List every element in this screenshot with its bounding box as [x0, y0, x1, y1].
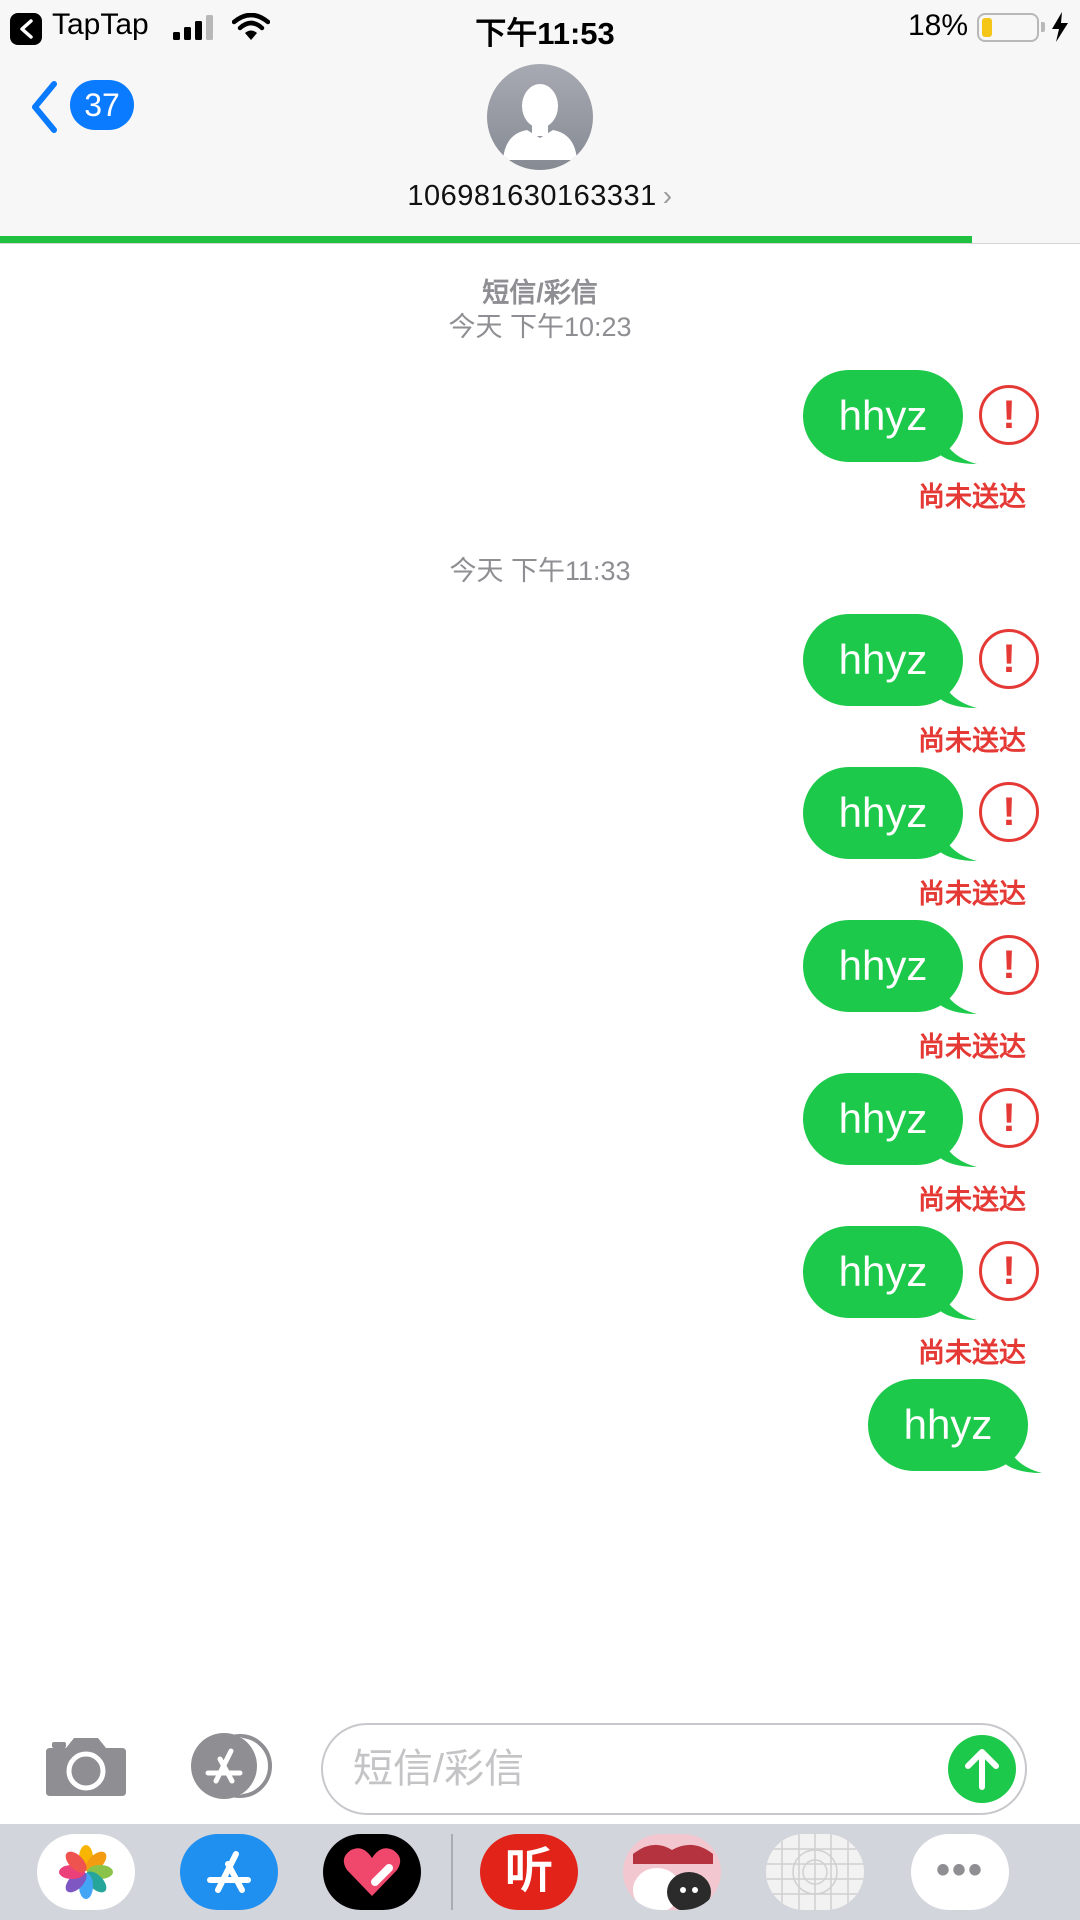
battery-level — [982, 18, 992, 37]
message-input-field[interactable] — [321, 1723, 1027, 1815]
imessage-app-drawer: 听 ••• — [0, 1824, 1080, 1920]
timestamp: 今天 下午11:33 — [449, 556, 631, 586]
sticker-characters-icon — [633, 1844, 713, 1910]
person-icon — [503, 84, 577, 160]
status-bar: TapTap 下午11:53 18% — [0, 0, 1080, 54]
message-text: hhyz — [838, 392, 928, 439]
message-text: hhyz — [838, 1095, 928, 1142]
contact-number: 106981630163331 — [407, 180, 657, 212]
message-bubble[interactable]: hhyz — [803, 767, 977, 861]
composer-bar — [0, 1714, 1080, 1824]
photos-flower-icon — [59, 1845, 113, 1899]
error-icon[interactable]: ! — [979, 629, 1039, 689]
error-icon[interactable]: ! — [979, 1241, 1039, 1301]
contact-avatar[interactable] — [487, 64, 593, 170]
service-label: 短信/彩信 — [482, 278, 598, 308]
timestamp-group-2: 今天 下午11:33 — [0, 554, 1080, 588]
contact-name[interactable]: 106981630163331 › — [0, 180, 1080, 213]
arrow-up-icon — [965, 1749, 999, 1790]
grid-app-icon[interactable] — [766, 1834, 864, 1910]
heart-icon — [343, 1848, 401, 1896]
app-store-icon[interactable] — [180, 1834, 278, 1910]
chevron-right-icon: › — [662, 180, 673, 211]
timestamp: 今天 下午10:23 — [448, 312, 632, 342]
not-delivered-label: 尚未送达 — [918, 1338, 1026, 1368]
message-bubble[interactable]: hhyz — [803, 920, 977, 1014]
message-bubble[interactable]: hhyz — [803, 1073, 977, 1167]
battery-cap — [1041, 22, 1045, 32]
not-delivered-label: 尚未送达 — [918, 482, 1026, 512]
battery-percent: 18% — [907, 9, 968, 42]
message-text: hhyz — [838, 789, 928, 836]
bubble-tail — [939, 1282, 977, 1320]
bubble-tail — [939, 670, 977, 708]
message-bubble-sending[interactable]: hhyz — [868, 1379, 1042, 1473]
not-delivered-label: 尚未送达 — [918, 1185, 1026, 1215]
app-store-glyph — [207, 1851, 251, 1893]
timestamp-group-1: 短信/彩信 今天 下午10:23 — [0, 276, 1080, 344]
app-store-button[interactable] — [182, 1731, 276, 1801]
bubble-tail — [939, 823, 977, 861]
message-bubble[interactable]: hhyz — [803, 614, 977, 708]
bubble-tail — [939, 426, 977, 464]
photos-app-icon[interactable] — [37, 1834, 135, 1910]
more-apps-icon[interactable]: ••• — [911, 1834, 1009, 1910]
message-bubble[interactable]: hhyz — [803, 1226, 977, 1320]
unread-count-badge: 37 — [70, 80, 134, 130]
bubble-tail — [939, 1129, 977, 1167]
charging-bolt-icon — [1052, 12, 1068, 42]
not-delivered-label: 尚未送达 — [918, 1032, 1026, 1062]
error-icon[interactable]: ! — [979, 385, 1039, 445]
message-text: hhyz — [838, 1248, 928, 1295]
ting-app-icon[interactable]: 听 — [480, 1834, 578, 1910]
message-text: hhyz — [903, 1401, 993, 1448]
not-delivered-label: 尚未送达 — [918, 726, 1026, 756]
send-progress-fill — [0, 236, 972, 243]
grid-icon — [766, 1834, 864, 1910]
battery-icon — [977, 13, 1039, 42]
chevron-left-icon — [32, 81, 57, 133]
sticker-app-icon[interactable] — [623, 1834, 721, 1910]
app-store-icon — [191, 1733, 272, 1799]
message-text: hhyz — [838, 942, 928, 989]
bubble-tail — [1004, 1435, 1042, 1473]
message-bubble[interactable]: hhyz — [803, 370, 977, 464]
conversation-header: 37 106981630163331 › — [0, 54, 1080, 236]
send-progress-bar — [0, 236, 1080, 244]
bubble-tail — [939, 976, 977, 1014]
message-text: hhyz — [838, 636, 928, 683]
send-button[interactable] — [948, 1735, 1016, 1803]
drawer-divider — [451, 1834, 453, 1910]
error-icon[interactable]: ! — [979, 935, 1039, 995]
not-delivered-label: 尚未送达 — [918, 879, 1026, 909]
message-input[interactable] — [353, 1737, 953, 1801]
error-icon[interactable]: ! — [979, 1088, 1039, 1148]
back-button[interactable]: 37 — [30, 78, 140, 134]
error-icon[interactable]: ! — [979, 782, 1039, 842]
digital-touch-icon[interactable] — [323, 1834, 421, 1910]
camera-icon — [46, 1738, 126, 1796]
camera-button[interactable] — [44, 1734, 128, 1798]
